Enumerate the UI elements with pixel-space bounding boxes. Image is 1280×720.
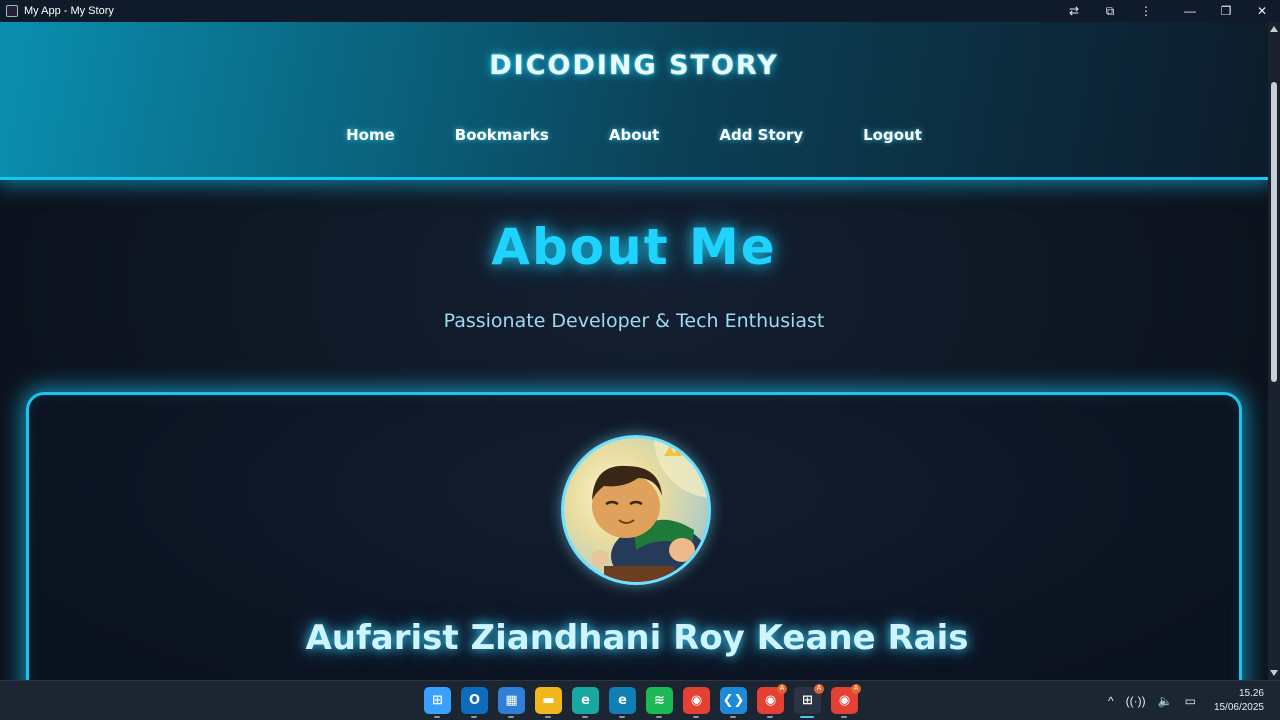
vscode-icon[interactable]: ❮❯ — [720, 687, 747, 718]
running-indicator — [800, 716, 814, 718]
apps-grid-icon[interactable]: ⊞ A — [794, 684, 824, 718]
spotify-icon[interactable]: ≋ — [646, 687, 673, 718]
running-indicator — [545, 716, 551, 718]
chrome-profile-2-glyph: ◉ — [838, 693, 851, 708]
page-subtitle: Passionate Developer & Tech Enthusiast — [443, 310, 825, 332]
window-title: My App - My Story — [24, 5, 114, 17]
window-titlebar: My App - My Story ⇄ ⧉ ⋮ — ❐ ✕ — [0, 0, 1280, 22]
menu-icon[interactable]: ⋮ — [1128, 0, 1164, 22]
running-indicator — [582, 716, 588, 718]
volume-icon[interactable]: 🔈 — [1158, 694, 1173, 708]
tray-chevron-icon[interactable]: ^ — [1108, 694, 1114, 708]
avatar-illustration — [591, 438, 708, 582]
nav-about[interactable]: About — [579, 126, 690, 144]
minimize-button[interactable]: — — [1172, 0, 1208, 22]
app-icon — [6, 5, 18, 17]
spotify-glyph: ≋ — [654, 693, 665, 708]
app-viewport: DICODING STORY Home Bookmarks About Add … — [0, 22, 1280, 680]
chrome-profile-icon[interactable]: ◉ A — [757, 684, 787, 718]
outlook-glyph: O — [468, 693, 481, 708]
scrollbar-thumb[interactable] — [1271, 82, 1277, 382]
extensions-icon[interactable]: ⧉ — [1092, 0, 1128, 22]
page-title: About Me — [491, 218, 777, 276]
page-scrollbar[interactable] — [1268, 22, 1280, 680]
nav-bookmarks[interactable]: Bookmarks — [425, 126, 579, 144]
windows-start-icon[interactable]: ⊞ — [424, 687, 451, 718]
edge-icon[interactable]: e — [572, 687, 599, 718]
edge-dev-icon[interactable]: e — [609, 687, 636, 718]
microsoft-store-icon[interactable]: ▦ — [498, 687, 525, 718]
scroll-up-icon[interactable] — [1270, 26, 1278, 32]
profile-name: Aufarist Ziandhani Roy Keane Rais — [305, 618, 969, 658]
restore-button[interactable]: ❐ — [1208, 0, 1244, 22]
edge-glyph: e — [581, 693, 590, 708]
running-indicator — [730, 716, 736, 718]
avatar — [561, 435, 711, 585]
edge-dev-glyph: e — [618, 693, 627, 708]
notification-badge: A — [851, 684, 861, 694]
taskbar: ⊞ O ▦ ▬ e e ≋ ◉ ❮❯ ◉ A ⊞ A ◉ A ^ ((·)) 🔈 ▭ 15.26 15/06… — [0, 680, 1280, 720]
notification-badge: A — [814, 684, 824, 694]
running-indicator — [693, 716, 699, 718]
main-nav: Home Bookmarks About Add Story Logout — [0, 126, 1268, 144]
system-tray: ^ ((·)) 🔈 ▭ 15.26 15/06/2025 — [1102, 681, 1280, 720]
site-header: DICODING STORY Home Bookmarks About Add … — [0, 22, 1268, 180]
nav-home[interactable]: Home — [316, 126, 425, 144]
scroll-down-icon[interactable] — [1270, 670, 1278, 676]
notification-badge: A — [777, 684, 787, 694]
running-indicator — [619, 716, 625, 718]
clock-time: 15.26 — [1238, 688, 1264, 699]
chrome-icon[interactable]: ◉ — [683, 687, 710, 718]
chrome-glyph: ◉ — [690, 693, 703, 708]
running-indicator — [471, 716, 477, 718]
running-indicator — [508, 716, 514, 718]
vscode-glyph: ❮❯ — [722, 693, 745, 708]
microsoft-store-glyph: ▦ — [505, 693, 518, 708]
site-brand[interactable]: DICODING STORY — [0, 50, 1268, 81]
chrome-profile-glyph: ◉ — [764, 693, 777, 708]
clock[interactable]: 15.26 15/06/2025 — [1214, 687, 1264, 715]
outlook-icon[interactable]: O — [461, 687, 488, 718]
nav-add-story[interactable]: Add Story — [689, 126, 833, 144]
translate-icon[interactable]: ⇄ — [1056, 0, 1092, 22]
running-indicator — [434, 716, 440, 718]
file-explorer-glyph: ▬ — [542, 693, 555, 708]
profile-card: Aufarist Ziandhani Roy Keane Rais — [26, 392, 1242, 680]
close-button[interactable]: ✕ — [1244, 0, 1280, 22]
running-indicator — [767, 716, 773, 718]
file-explorer-icon[interactable]: ▬ — [535, 687, 562, 718]
running-indicator — [656, 716, 662, 718]
windows-start-glyph: ⊞ — [432, 693, 443, 708]
battery-icon[interactable]: ▭ — [1185, 694, 1196, 708]
running-indicator — [841, 716, 847, 718]
apps-grid-glyph: ⊞ — [802, 693, 813, 708]
chrome-profile-2-icon[interactable]: ◉ A — [831, 684, 861, 718]
wifi-icon[interactable]: ((·)) — [1126, 694, 1146, 708]
taskbar-apps: ⊞ O ▦ ▬ e e ≋ ◉ ❮❯ ◉ A ⊞ A ◉ A — [424, 684, 861, 718]
clock-date: 15/06/2025 — [1213, 702, 1264, 713]
nav-logout[interactable]: Logout — [833, 126, 952, 144]
